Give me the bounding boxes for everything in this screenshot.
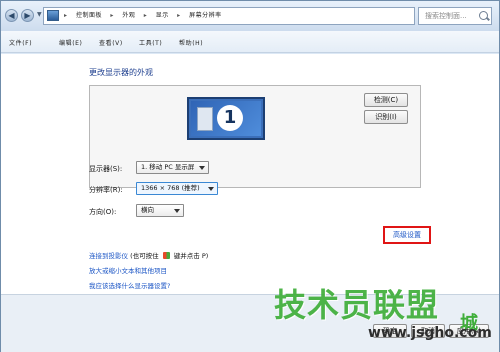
monitor-number-badge: 1: [217, 105, 243, 131]
menu-item-view[interactable]: 查看(V): [99, 38, 123, 47]
monitor-1-thumbnail[interactable]: 1: [187, 97, 265, 140]
back-arrow-icon[interactable]: ◀: [5, 9, 18, 22]
advanced-settings-link[interactable]: 高级设置: [383, 226, 431, 244]
page-title: 更改显示器的外观: [89, 68, 153, 77]
connect-projector-link[interactable]: 连接到投影仪: [89, 252, 128, 260]
menu-item-file[interactable]: 文件(F): [9, 38, 32, 47]
search-placeholder: 搜索控制面...: [425, 12, 467, 20]
recent-pages-dropdown-icon[interactable]: ▼: [37, 11, 42, 18]
breadcrumb-item-control-panel[interactable]: 控制面板: [76, 12, 102, 19]
menu-item-help[interactable]: 帮助(H): [179, 38, 203, 47]
breadcrumb-item-appearance[interactable]: 外观: [122, 12, 135, 19]
display-select-value: 1. 移动 PC 显示屏: [141, 163, 195, 171]
resolution-select-value: 1366 × 768 (推荐): [141, 184, 200, 192]
forward-arrow-icon[interactable]: ▶: [21, 9, 34, 22]
breadcrumb[interactable]: ▸ 控制面板 ▸ 外观 ▸ 显示 ▸ 屏幕分辨率 ⟳: [43, 7, 455, 25]
which-settings-link[interactable]: 我应该选择什么显示器设置?: [89, 280, 170, 290]
identify-button[interactable]: 识别(I): [364, 110, 408, 124]
breadcrumb-item-screen-resolution[interactable]: 屏幕分辨率: [189, 12, 222, 19]
control-panel-icon: [47, 10, 59, 21]
chevron-down-icon: [208, 187, 214, 191]
menu-item-tools[interactable]: 工具(T): [139, 38, 162, 47]
search-input[interactable]: 搜索控制面...: [418, 7, 492, 25]
menu-item-edit[interactable]: 编辑(E): [59, 38, 82, 47]
breadcrumb-path: ▸ 控制面板 ▸ 外观 ▸ 显示 ▸ 屏幕分辨率: [64, 12, 222, 19]
detect-button[interactable]: 检测(C): [364, 93, 408, 107]
breadcrumb-item-display[interactable]: 显示: [156, 12, 169, 19]
address-bar: ◀ ▶ ▼ ▸ 控制面板 ▸ 外观 ▸ 显示 ▸ 屏幕分辨率 ⟳ 搜索控制面..…: [1, 1, 499, 31]
display-label: 显示器(S):: [89, 165, 123, 173]
orientation-label: 方向(O):: [89, 208, 117, 216]
search-icon[interactable]: [479, 11, 488, 20]
projector-row: 连接到投影仪 (也可按住 键并点击 P): [89, 250, 208, 260]
orientation-select-value: 横向: [141, 206, 154, 214]
menu-bar: 文件(F) 编辑(E) 查看(V) 工具(T) 帮助(H): [1, 31, 499, 53]
monitor-screen: 1: [191, 101, 261, 136]
window-thumbnail-icon: [197, 107, 213, 131]
watermark-url: www.jsgho.com: [368, 325, 492, 341]
chevron-down-icon: [199, 166, 205, 170]
chevron-down-icon: [174, 209, 180, 213]
resolution-label: 分辨率(R):: [89, 186, 123, 194]
main-content: 更改显示器的外观 1 检测(C) 识别(I) 显示器(S): 1. 移动 PC …: [1, 54, 499, 294]
resolution-select[interactable]: 1366 × 768 (推荐): [136, 182, 218, 195]
projector-note-end: 键并点击 P): [173, 252, 209, 260]
watermark-brand: 技术员联盟: [274, 286, 440, 324]
projector-note: (也可按住: [130, 252, 159, 260]
orientation-select[interactable]: 横向: [136, 204, 184, 217]
windows-key-icon: [162, 252, 170, 259]
display-select[interactable]: 1. 移动 PC 显示屏: [136, 161, 209, 174]
text-size-link[interactable]: 放大或缩小文本和其他项目: [89, 265, 167, 275]
